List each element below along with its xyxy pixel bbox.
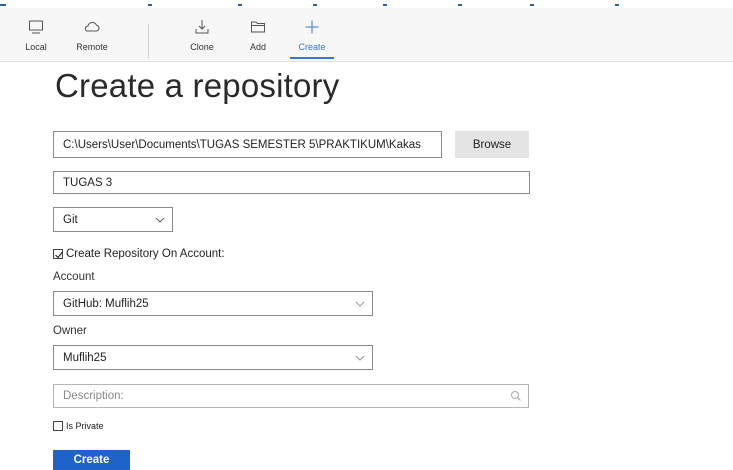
chevron-down-icon (155, 217, 165, 223)
toolbar-create-button[interactable]: Create (290, 8, 334, 61)
is-private-checkbox[interactable]: Is Private (53, 421, 104, 431)
repository-path-value: C:\Users\User\Documents\TUGAS SEMESTER 5… (63, 138, 421, 151)
toolbar-local-button[interactable]: Local (14, 8, 58, 61)
toolbar-add-button[interactable]: Add (236, 8, 280, 61)
owner-value: Muflih25 (63, 351, 107, 364)
chevron-down-icon (355, 301, 365, 307)
create-on-account-checkbox[interactable]: Create Repository On Account: (53, 248, 225, 260)
plus-icon (305, 20, 319, 34)
owner-select[interactable]: Muflih25 (53, 345, 373, 370)
download-tray-icon (195, 20, 209, 34)
page-title: Create a repository (55, 67, 340, 104)
is-private-label: Is Private (66, 421, 104, 431)
active-tab-indicator (290, 57, 334, 59)
search-icon (511, 391, 521, 401)
check-icon (55, 251, 63, 259)
toolbar-clone-label: Clone (190, 42, 214, 52)
toolbar-remote-label: Remote (76, 42, 108, 52)
description-input[interactable]: Description: (53, 384, 529, 408)
window-top-edge (0, 0, 733, 8)
checkbox-checked (53, 249, 63, 259)
owner-label: Owner (53, 325, 87, 337)
create-button[interactable]: Create (53, 450, 130, 470)
account-value: GitHub: Muflih25 (63, 297, 149, 310)
toolbar-create-label: Create (298, 42, 326, 52)
toolbar-add-label: Add (249, 42, 266, 52)
toolbar-clone-button[interactable]: Clone (180, 8, 224, 61)
account-label: Account (53, 271, 95, 283)
account-select[interactable]: GitHub: Muflih25 (53, 291, 373, 316)
description-placeholder: Description: (63, 390, 124, 402)
vcs-type-value: Git (63, 213, 78, 226)
repository-name-value: TUGAS 3 (63, 176, 113, 189)
repository-name-input[interactable]: TUGAS 3 (53, 171, 530, 194)
toolbar-separator (148, 24, 149, 58)
browse-button[interactable]: Browse (455, 131, 529, 158)
cloud-icon (84, 22, 100, 32)
checkbox-unchecked (53, 421, 63, 431)
create-on-account-label: Create Repository On Account: (66, 248, 225, 260)
toolbar-local-label: Local (25, 42, 47, 52)
vcs-type-select[interactable]: Git (53, 207, 173, 232)
toolbar: Local Remote Clone Add Create (0, 8, 733, 62)
repository-path-input[interactable]: C:\Users\User\Documents\TUGAS SEMESTER 5… (53, 131, 442, 158)
chevron-down-icon (355, 355, 365, 361)
monitor-icon (29, 20, 43, 34)
folder-icon (251, 21, 265, 33)
toolbar-remote-button[interactable]: Remote (70, 8, 114, 61)
